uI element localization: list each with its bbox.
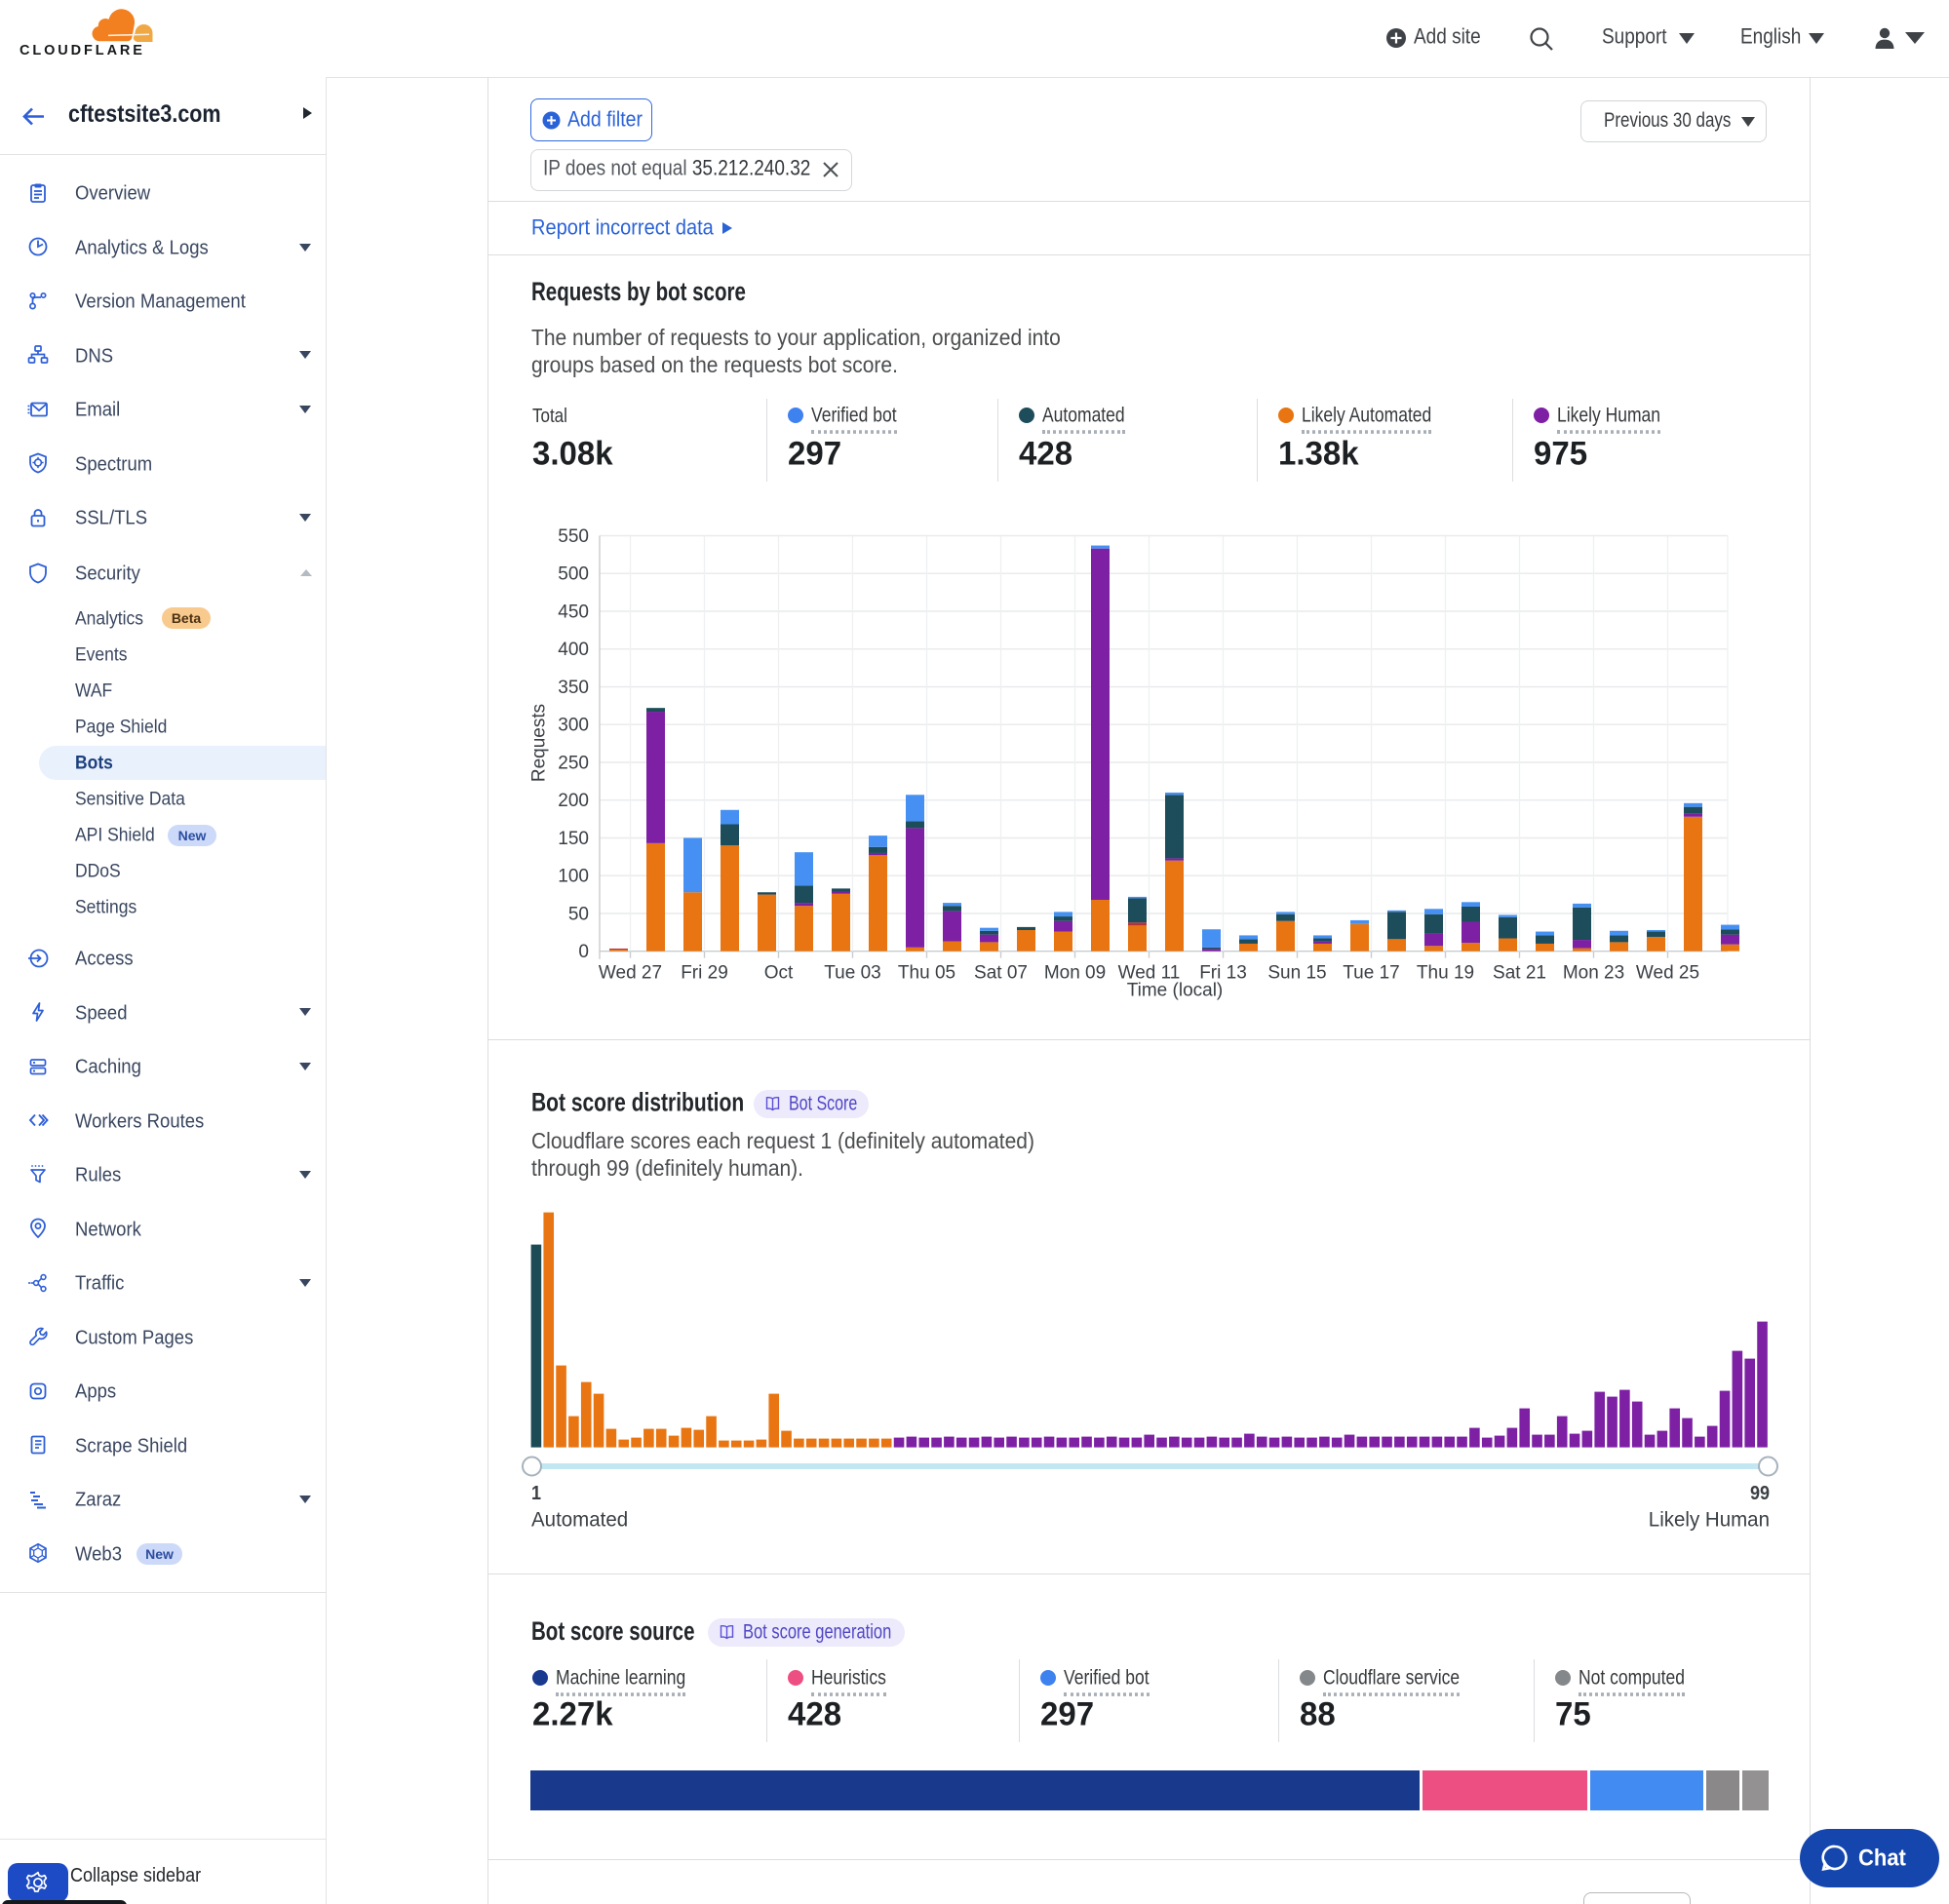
svg-text:Fri 29: Fri 29: [681, 963, 728, 984]
svg-text:Time (local): Time (local): [1127, 981, 1224, 1001]
svg-text:Thu 19: Thu 19: [1417, 963, 1474, 984]
svg-text:450: 450: [558, 602, 589, 623]
svg-text:Thu 05: Thu 05: [898, 963, 955, 984]
svg-text:Wed 27: Wed 27: [599, 963, 662, 984]
svg-text:150: 150: [558, 829, 589, 849]
svg-text:400: 400: [558, 640, 589, 660]
svg-text:100: 100: [558, 867, 589, 887]
svg-text:300: 300: [558, 716, 589, 736]
svg-text:Sat 07: Sat 07: [974, 963, 1028, 984]
svg-text:Oct: Oct: [764, 963, 794, 984]
svg-text:250: 250: [558, 754, 589, 774]
svg-text:50: 50: [568, 905, 589, 925]
svg-text:Tue 17: Tue 17: [1343, 963, 1399, 984]
svg-text:Wed 25: Wed 25: [1636, 963, 1699, 984]
svg-text:Tue 03: Tue 03: [824, 963, 880, 984]
svg-text:350: 350: [558, 678, 589, 698]
svg-text:500: 500: [558, 564, 589, 585]
svg-text:Requests: Requests: [529, 704, 550, 782]
svg-text:200: 200: [558, 791, 589, 811]
svg-text:550: 550: [558, 526, 589, 547]
svg-text:Mon 23: Mon 23: [1563, 963, 1624, 984]
svg-text:Sun 15: Sun 15: [1267, 963, 1326, 984]
svg-text:Sat 21: Sat 21: [1493, 963, 1546, 984]
svg-text:0: 0: [578, 942, 589, 962]
svg-text:Mon 09: Mon 09: [1044, 963, 1106, 984]
